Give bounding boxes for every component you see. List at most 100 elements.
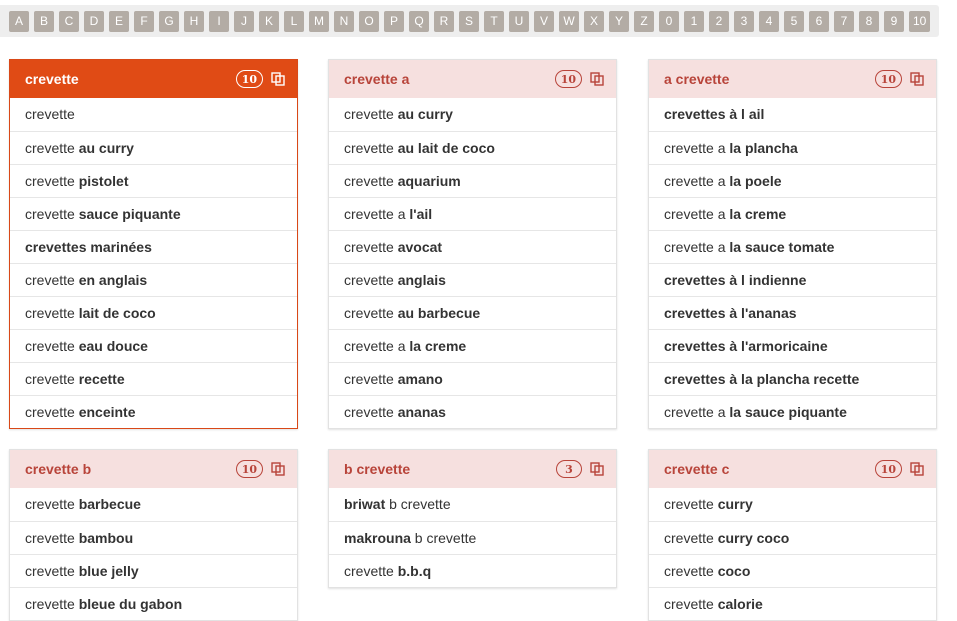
letter-button-m[interactable]: M bbox=[309, 10, 329, 32]
suggestion-item[interactable]: crevette calorie bbox=[649, 587, 936, 620]
letter-button-z[interactable]: Z bbox=[634, 10, 654, 32]
suggestion-item[interactable]: crevette a l'ail bbox=[329, 197, 616, 230]
suggestion-item[interactable]: crevette a la creme bbox=[329, 329, 616, 362]
letter-button-k[interactable]: K bbox=[259, 10, 279, 32]
letter-button-f[interactable]: F bbox=[134, 10, 154, 32]
card-header[interactable]: b crevette 3 bbox=[329, 450, 616, 488]
letter-button-7[interactable]: 7 bbox=[834, 10, 854, 32]
card-title[interactable]: crevette c bbox=[664, 461, 875, 477]
suggestion-item[interactable]: crevette aquarium bbox=[329, 164, 616, 197]
letter-button-j[interactable]: J bbox=[234, 10, 254, 32]
suggestion-text-bold: bambou bbox=[78, 530, 134, 546]
suggestion-item[interactable]: crevette au curry bbox=[10, 131, 297, 164]
suggestion-item[interactable]: crevette a la creme bbox=[649, 197, 936, 230]
suggestion-item[interactable]: crevette anglais bbox=[329, 263, 616, 296]
letter-button-n[interactable]: N bbox=[334, 10, 354, 32]
suggestion-item[interactable]: crevette bbox=[10, 98, 297, 131]
letter-button-b[interactable]: B bbox=[34, 10, 54, 32]
card-title[interactable]: crevette a bbox=[344, 71, 555, 87]
suggestion-item[interactable]: crevette bleue du gabon bbox=[10, 587, 297, 620]
suggestion-item[interactable]: crevettes à l'armoricaine bbox=[649, 329, 936, 362]
letter-button-x[interactable]: X bbox=[584, 10, 604, 32]
letter-button-6[interactable]: 6 bbox=[809, 10, 829, 32]
card-header[interactable]: crevette c 10 bbox=[649, 450, 936, 488]
suggestion-item[interactable]: crevette a la poele bbox=[649, 164, 936, 197]
suggestion-item[interactable]: crevette blue jelly bbox=[10, 554, 297, 587]
card-header[interactable]: crevette b 10 bbox=[10, 450, 297, 488]
letter-button-3[interactable]: 3 bbox=[734, 10, 754, 32]
suggestion-item[interactable]: crevette barbecue bbox=[10, 488, 297, 521]
suggestion-item[interactable]: crevette curry bbox=[649, 488, 936, 521]
suggestion-item[interactable]: crevette a la sauce tomate bbox=[649, 230, 936, 263]
suggestion-item[interactable]: crevette enceinte bbox=[10, 395, 297, 428]
suggestion-text-bold: briwat bbox=[344, 496, 386, 512]
letter-button-2[interactable]: 2 bbox=[709, 10, 729, 32]
suggestion-text-pre: crevette bbox=[344, 272, 398, 288]
letter-button-w[interactable]: W bbox=[559, 10, 579, 32]
letter-button-t[interactable]: T bbox=[484, 10, 504, 32]
suggestion-item[interactable]: crevette coco bbox=[649, 554, 936, 587]
suggestion-item[interactable]: crevettes à l ail bbox=[649, 98, 936, 131]
letter-button-o[interactable]: O bbox=[359, 10, 379, 32]
suggestion-item[interactable]: crevettes à l indienne bbox=[649, 263, 936, 296]
letter-button-e[interactable]: E bbox=[109, 10, 129, 32]
letter-button-r[interactable]: R bbox=[434, 10, 454, 32]
suggestion-item[interactable]: crevette ananas bbox=[329, 395, 616, 428]
suggestion-item[interactable]: crevette lait de coco bbox=[10, 296, 297, 329]
letter-button-d[interactable]: D bbox=[84, 10, 104, 32]
letter-button-u[interactable]: U bbox=[509, 10, 529, 32]
letter-button-5[interactable]: 5 bbox=[784, 10, 804, 32]
suggestion-item[interactable]: crevette sauce piquante bbox=[10, 197, 297, 230]
copy-icon[interactable] bbox=[910, 72, 924, 86]
letter-button-a[interactable]: A bbox=[9, 10, 29, 32]
letter-button-p[interactable]: P bbox=[384, 10, 404, 32]
copy-icon[interactable] bbox=[271, 72, 285, 86]
letter-button-10[interactable]: 10 bbox=[909, 10, 931, 32]
letter-button-h[interactable]: H bbox=[184, 10, 204, 32]
letter-button-s[interactable]: S bbox=[459, 10, 479, 32]
copy-icon[interactable] bbox=[590, 462, 604, 476]
suggestion-item[interactable]: crevette bambou bbox=[10, 521, 297, 554]
suggestion-item[interactable]: crevette eau douce bbox=[10, 329, 297, 362]
suggestion-item[interactable]: crevette b.b.q bbox=[329, 554, 616, 587]
letter-button-4[interactable]: 4 bbox=[759, 10, 779, 32]
suggestion-item[interactable]: makrouna b crevette bbox=[329, 521, 616, 554]
card-header[interactable]: crevette a 10 bbox=[329, 60, 616, 98]
letter-button-9[interactable]: 9 bbox=[884, 10, 904, 32]
suggestion-item[interactable]: crevette recette bbox=[10, 362, 297, 395]
suggestion-item[interactable]: crevette avocat bbox=[329, 230, 616, 263]
card-title[interactable]: crevette b bbox=[25, 461, 236, 477]
letter-button-c[interactable]: C bbox=[59, 10, 79, 32]
suggestion-item[interactable]: crevette pistolet bbox=[10, 164, 297, 197]
suggestion-item[interactable]: crevette curry coco bbox=[649, 521, 936, 554]
suggestion-item[interactable]: crevette au barbecue bbox=[329, 296, 616, 329]
card-title[interactable]: b crevette bbox=[344, 461, 556, 477]
card-header[interactable]: crevette 10 bbox=[10, 60, 297, 98]
card-title[interactable]: a crevette bbox=[664, 71, 875, 87]
suggestion-item[interactable]: crevettes marinées bbox=[10, 230, 297, 263]
letter-button-8[interactable]: 8 bbox=[859, 10, 879, 32]
letter-button-g[interactable]: G bbox=[159, 10, 179, 32]
suggestion-item[interactable]: crevette amano bbox=[329, 362, 616, 395]
suggestion-item[interactable]: briwat b crevette bbox=[329, 488, 616, 521]
suggestion-item[interactable]: crevettes à la plancha recette bbox=[649, 362, 936, 395]
card-title[interactable]: crevette bbox=[25, 71, 236, 87]
letter-button-i[interactable]: I bbox=[209, 10, 229, 32]
suggestion-item[interactable]: crevette a la plancha bbox=[649, 131, 936, 164]
suggestion-item[interactable]: crevette en anglais bbox=[10, 263, 297, 296]
suggestion-text-pre: crevette bbox=[25, 305, 79, 321]
letter-button-1[interactable]: 1 bbox=[684, 10, 704, 32]
suggestion-item[interactable]: crevette au curry bbox=[329, 98, 616, 131]
copy-icon[interactable] bbox=[590, 72, 604, 86]
letter-button-v[interactable]: V bbox=[534, 10, 554, 32]
suggestion-item[interactable]: crevettes à l'ananas bbox=[649, 296, 936, 329]
letter-button-l[interactable]: L bbox=[284, 10, 304, 32]
suggestion-item[interactable]: crevette a la sauce piquante bbox=[649, 395, 936, 428]
letter-button-0[interactable]: 0 bbox=[659, 10, 679, 32]
letter-button-y[interactable]: Y bbox=[609, 10, 629, 32]
card-header[interactable]: a crevette 10 bbox=[649, 60, 936, 98]
copy-icon[interactable] bbox=[271, 462, 285, 476]
copy-icon[interactable] bbox=[910, 462, 924, 476]
suggestion-item[interactable]: crevette au lait de coco bbox=[329, 131, 616, 164]
letter-button-q[interactable]: Q bbox=[409, 10, 429, 32]
